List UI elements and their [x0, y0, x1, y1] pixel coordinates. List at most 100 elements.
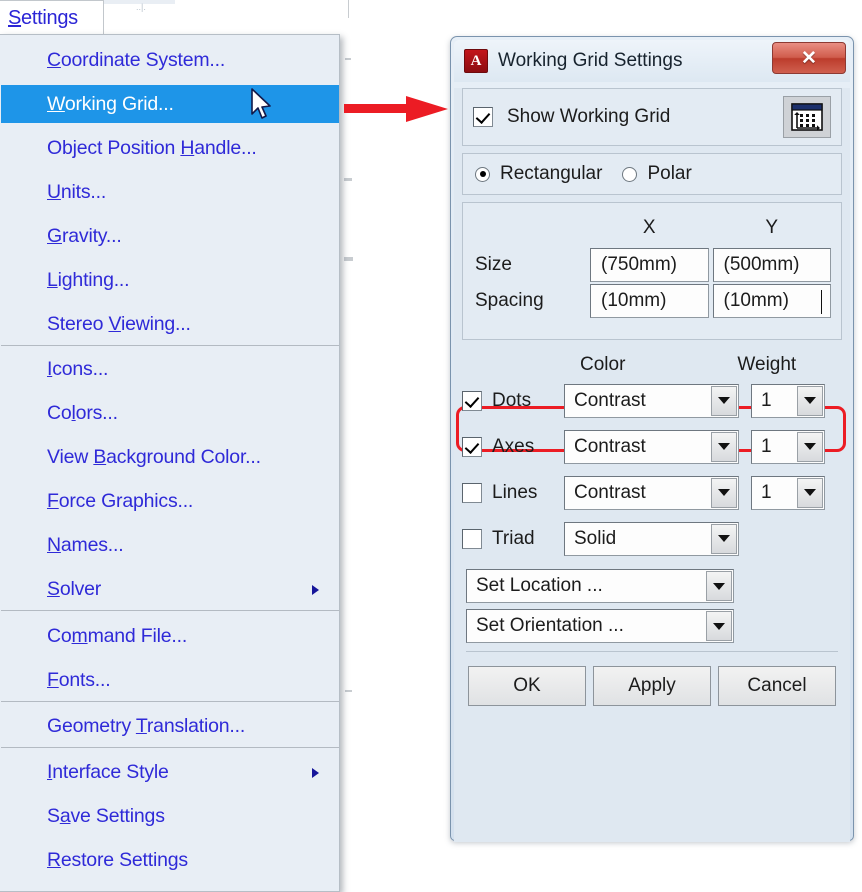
color-column-header: Color	[580, 354, 626, 375]
grid-elements-section: Color Weight Dots Contrast 1 Axes Contrast 1 L…	[462, 350, 842, 559]
menu-item-force-graphics[interactable]: Force Graphics...	[1, 482, 339, 520]
chevron-down-icon[interactable]	[711, 385, 737, 416]
set-orientation-value: Set Orientation ...	[476, 615, 624, 636]
axes-weight-combo[interactable]: 1	[751, 429, 825, 464]
app-logo-icon: A	[464, 49, 488, 73]
menu-item-stereo-viewing[interactable]: Stereo Viewing...	[1, 305, 339, 343]
size-y-input[interactable]: (500mm)	[712, 248, 831, 282]
menu-item-geometry-translation[interactable]: Geometry Translation...	[1, 707, 339, 745]
bg-line	[344, 257, 353, 261]
dialog-body: Show Working Grid Rectangular Polar X Y …	[454, 88, 850, 842]
menu-item-colors[interactable]: Colors...	[1, 394, 339, 432]
size-x-input[interactable]: (750mm)	[590, 248, 709, 282]
menu-item-units[interactable]: Units...	[1, 173, 339, 211]
menu-item-label: Save Settings	[47, 804, 165, 827]
menu-item-command-file[interactable]: Command File...	[1, 617, 339, 655]
chevron-down-icon[interactable]	[797, 477, 823, 508]
menu-item-lighting[interactable]: Lighting...	[1, 261, 339, 299]
ok-button[interactable]: OK	[468, 666, 586, 706]
working-grid-icon-button[interactable]	[783, 96, 831, 138]
menu-item-solver[interactable]: Solver	[1, 570, 339, 608]
menu-separator	[1, 345, 339, 346]
lines-color-combo[interactable]: Contrast	[564, 475, 739, 510]
dots-label: Dots	[492, 389, 532, 411]
menu-item-names[interactable]: Names...	[1, 526, 339, 564]
triad-checkbox[interactable]	[462, 528, 482, 549]
menu-item-label: Fonts...	[47, 668, 111, 691]
axes-color-combo[interactable]: Contrast	[564, 429, 739, 464]
grid-element-row-lines: Lines Contrast 1	[462, 472, 842, 513]
chevron-down-icon[interactable]	[711, 523, 737, 554]
lines-label: Lines	[492, 481, 538, 503]
triad-color-value: Solid	[574, 527, 617, 549]
menu-item-gravity[interactable]: Gravity...	[1, 217, 339, 255]
bg-faint-text: ..|.	[136, 2, 146, 12]
chevron-down-icon[interactable]	[706, 611, 732, 641]
lines-checkbox[interactable]	[462, 482, 482, 503]
chevron-down-icon[interactable]	[711, 477, 737, 508]
dialog-titlebar[interactable]: A Working Grid Settings ✕	[454, 40, 850, 82]
dots-color-value: Contrast	[574, 389, 646, 411]
dialog-title: Working Grid Settings	[498, 50, 683, 71]
menu-item-restore-settings[interactable]: Restore Settings	[1, 841, 339, 879]
show-working-grid-checkbox[interactable]	[473, 107, 493, 127]
menu-item-label: Colors...	[47, 401, 118, 424]
menu-item-interface-style[interactable]: Interface Style	[1, 753, 339, 791]
spacing-x-input[interactable]: (10mm)	[590, 284, 709, 318]
menu-item-label: Solver	[47, 577, 102, 600]
lines-weight-value: 1	[761, 481, 772, 503]
settings-menu-title-tab[interactable]: Settings	[0, 0, 104, 34]
triad-color-combo[interactable]: Solid	[564, 521, 739, 556]
menu-item-fonts[interactable]: Fonts...	[1, 661, 339, 699]
close-button[interactable]: ✕	[772, 42, 846, 74]
grid-element-row-dots: Dots Contrast 1	[462, 380, 842, 421]
dots-checkbox[interactable]	[462, 390, 482, 411]
lines-weight-combo[interactable]: 1	[751, 475, 825, 510]
bg-line	[345, 690, 352, 692]
radio-polar[interactable]	[622, 166, 638, 182]
chevron-down-icon[interactable]	[797, 385, 823, 416]
bg-line	[348, 0, 349, 18]
apply-button[interactable]: Apply	[593, 666, 711, 706]
submenu-arrow-icon	[312, 768, 319, 778]
menu-item-label: Gravity...	[47, 224, 122, 247]
spacing-row-label: Spacing	[475, 290, 544, 311]
show-working-grid-label: Show Working Grid	[507, 106, 671, 127]
menu-item-view-background-color[interactable]: View Background Color...	[1, 438, 339, 476]
axes-checkbox[interactable]	[462, 436, 482, 457]
size-y-cell: (500mm)	[711, 247, 834, 283]
cancel-button[interactable]: Cancel	[718, 666, 836, 706]
grid-shape-group: Rectangular Polar	[462, 153, 842, 195]
menu-item-object-position-handle[interactable]: Object Position Handle...	[1, 129, 339, 167]
spacing-y-cell: (10mm)	[711, 283, 834, 319]
menu-item-icons[interactable]: Icons...	[1, 350, 339, 388]
menu-item-working-grid[interactable]: Working Grid...	[1, 85, 339, 123]
menu-item-label: Restore Settings	[47, 848, 188, 871]
grid-elements-headers: Color Weight	[462, 350, 842, 380]
menu-item-label: Icons...	[47, 357, 109, 380]
dots-weight-combo[interactable]: 1	[751, 383, 825, 418]
show-working-grid-group: Show Working Grid	[462, 88, 842, 146]
chevron-down-icon[interactable]	[711, 431, 737, 462]
menu-separator	[1, 701, 339, 702]
dots-color-combo[interactable]: Contrast	[564, 383, 739, 418]
dims-header-x: X	[642, 217, 656, 238]
menu-item-save-settings[interactable]: Save Settings	[1, 797, 339, 835]
menu-item-label: Coordinate System...	[47, 48, 226, 71]
close-icon: ✕	[801, 47, 817, 69]
settings-menu-panel: Coordinate System... Working Grid... Objec…	[0, 34, 340, 892]
dims-header-y: Y	[765, 217, 779, 238]
menu-item-coordinate-system[interactable]: Coordinate System...	[1, 41, 339, 79]
bg-line	[344, 178, 352, 181]
menu-item-label: View Background Color...	[47, 445, 261, 468]
settings-menu-title: Settings	[8, 7, 78, 29]
spacing-y-input[interactable]: (10mm)	[712, 284, 831, 318]
set-location-combo[interactable]: Set Location ...	[466, 569, 734, 603]
radio-rectangular[interactable]	[475, 166, 490, 182]
table-row-size: Size (750mm) (500mm)	[471, 247, 833, 283]
set-orientation-combo[interactable]: Set Orientation ...	[466, 609, 734, 643]
size-row-label: Size	[475, 254, 512, 275]
chevron-down-icon[interactable]	[706, 571, 732, 601]
chevron-down-icon[interactable]	[797, 431, 823, 462]
axes-label: Axes	[492, 435, 535, 457]
